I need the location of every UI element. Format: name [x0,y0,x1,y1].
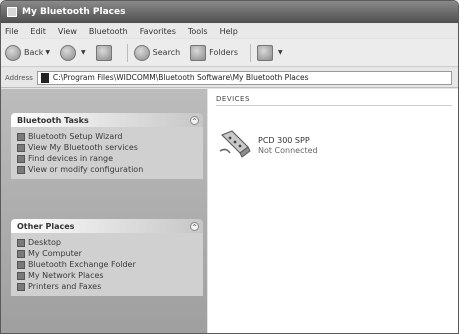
toolbar-separator [250,43,252,62]
back-button[interactable]: Back ▼ [5,44,51,61]
task-pane: Bluetooth Tasks ^ Bluetooth Setup Wizard… [1,89,207,333]
collapse-icon[interactable]: ^ [190,115,199,125]
back-label: Back [24,48,44,57]
folders-icon [190,44,207,61]
place-my-computer[interactable]: My Computer [17,248,203,259]
other-places-panel: Other Places ^ Desktop My Computer Bluet… [11,219,203,296]
place-label: Printers and Faxes [28,282,102,291]
other-places-header[interactable]: Other Places ^ [11,219,203,233]
bluetooth-places-icon [7,7,17,17]
menu-file[interactable]: File [5,27,18,36]
menu-view[interactable]: View [58,27,77,36]
printer-icon [17,282,25,291]
up-folder-icon [95,44,112,61]
address-label: Address [5,73,33,82]
chevron-down-icon: ▼ [45,49,51,56]
toolbar: Back ▼ ▼ Search Folders ▼ [1,39,458,67]
place-desktop[interactable]: Desktop [17,237,203,248]
views-button[interactable]: ▼ [257,44,283,61]
place-printers[interactable]: Printers and Faxes [17,281,203,292]
collapse-icon[interactable]: ^ [190,221,199,231]
bluetooth-tasks-header[interactable]: Bluetooth Tasks ^ [11,113,203,127]
search-icon [133,44,150,61]
task-label: View My Bluetooth services [28,143,138,152]
task-view-services[interactable]: View My Bluetooth services [17,142,203,153]
chevron-down-icon: ▼ [278,49,283,56]
views-icon [257,44,274,61]
network-icon [17,271,25,280]
title-bar[interactable]: My Bluetooth Places [1,1,458,23]
configuration-icon [17,165,25,174]
task-find-devices[interactable]: Find devices in range [17,153,203,164]
menu-tools[interactable]: Tools [188,27,208,36]
address-value: C:\Program Files\WIDCOMM\Bluetooth Softw… [52,73,309,82]
other-places-title: Other Places [17,221,75,231]
task-label: Bluetooth Setup Wizard [28,132,123,141]
find-devices-icon [17,154,25,163]
task-label: Find devices in range [28,154,114,163]
services-icon [17,143,25,152]
place-label: Desktop [28,238,61,247]
bluetooth-tasks-list: Bluetooth Setup Wizard View My Bluetooth… [11,127,203,179]
place-network[interactable]: My Network Places [17,270,203,281]
header-divider [216,105,452,106]
place-label: Bluetooth Exchange Folder [28,260,136,269]
task-view-configuration[interactable]: View or modify configuration [17,164,203,175]
up-folder-button[interactable] [95,44,115,61]
serial-port-icon [219,130,251,158]
other-places-list: Desktop My Computer Bluetooth Exchange F… [11,233,203,296]
forward-arrow-icon [60,44,77,61]
chevron-down-icon: ▼ [81,49,86,56]
desktop-icon [17,238,25,247]
device-item[interactable]: PCD 300 SPP Not Connected [218,129,318,161]
devices-header: DEVICES [216,95,250,103]
place-label: My Network Places [28,271,104,280]
place-exchange-folder[interactable]: Bluetooth Exchange Folder [17,259,203,270]
content-pane: DEVICES PCD 300 SPP Not Connected [208,89,458,333]
folder-icon [17,260,25,269]
menu-edit[interactable]: Edit [30,27,46,36]
forward-button[interactable]: ▼ [60,44,86,61]
bluetooth-tasks-title: Bluetooth Tasks [17,115,89,125]
menu-help[interactable]: Help [220,27,238,36]
back-arrow-icon [5,44,21,61]
place-label: My Computer [28,249,82,258]
search-label: Search [152,48,181,57]
device-name: PCD 300 SPP [258,136,310,145]
task-label: View or modify configuration [28,165,144,174]
computer-icon [17,249,25,258]
folder-icon [40,72,49,83]
wizard-icon [17,132,25,141]
menu-favorites[interactable]: Favorites [140,27,176,36]
device-status: Not Connected [258,146,318,155]
menu-bluetooth[interactable]: Bluetooth [89,27,128,36]
task-setup-wizard[interactable]: Bluetooth Setup Wizard [17,131,203,142]
explorer-window: My Bluetooth Places File Edit View Bluet… [0,0,459,334]
folders-label: Folders [209,48,239,57]
bluetooth-tasks-panel: Bluetooth Tasks ^ Bluetooth Setup Wizard… [11,113,203,179]
folders-button[interactable]: Folders [190,44,239,61]
toolbar-separator [126,43,128,62]
address-field[interactable]: C:\Program Files\WIDCOMM\Bluetooth Softw… [36,70,452,85]
address-bar: Address C:\Program Files\WIDCOMM\Bluetoo… [1,68,458,88]
menu-bar: File Edit View Bluetooth Favorites Tools… [1,24,458,38]
window-title: My Bluetooth Places [22,7,126,17]
search-button[interactable]: Search [133,44,181,61]
